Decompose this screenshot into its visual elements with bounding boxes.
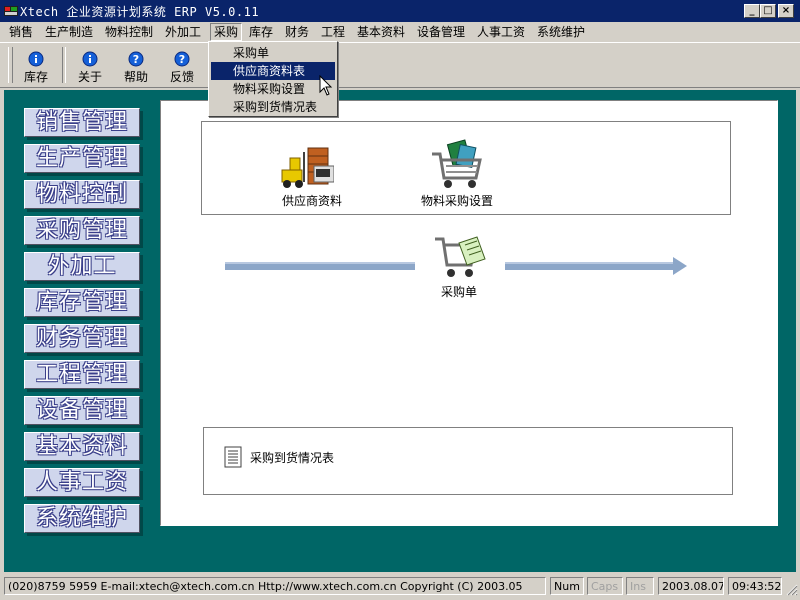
settings-group-box: 供应商资料 物料采购设置 [201,121,731,215]
main-workspace: 销售管理 生产管理 物料控制 采购管理 外加工 库存管理 财务管理 工程管理 设… [4,90,796,572]
forklift-warehouse-icon [281,147,334,188]
nav-outsourcing[interactable]: 外加工 [24,252,140,281]
info-icon [82,51,98,67]
menu-item-purchase-order[interactable]: 采购单 [211,44,335,62]
arrival-report-label: 采购到货情况表 [250,451,335,465]
menu-item-material-purchase-settings[interactable]: 物料采购设置 [211,80,335,98]
status-time: 09:43:52 [728,577,782,595]
nav-inventory-management[interactable]: 库存管理 [24,288,140,317]
nav-sales-management[interactable]: 销售管理 [24,108,140,137]
toolbar-feedback-button[interactable]: ? 反馈 [162,47,202,85]
status-caps-lock: Caps [587,577,623,595]
minimize-button[interactable]: _ [744,4,760,18]
purchase-order-shortcut[interactable]: 采购单 [419,229,499,305]
arrival-report-shortcut[interactable]: 采购到货情况表 [224,446,364,470]
maximize-button[interactable]: □ [760,4,776,18]
toolbar-inventory-button[interactable]: 库存 [16,47,56,85]
menu-production[interactable]: 生产制造 [42,24,96,40]
report-document-icon [224,446,242,468]
svg-text:?: ? [133,53,139,66]
menu-item-supplier-data[interactable]: 供应商资料表 [211,62,335,80]
nav-engineering-management[interactable]: 工程管理 [24,360,140,389]
menu-finance[interactable]: 财务 [282,24,312,40]
status-contact-info: (020)8759 5959 E-mail:xtech@xtech.com.cn… [4,577,546,595]
status-num-lock: Num [550,577,584,595]
menu-purchasing[interactable]: 采购 [210,23,243,41]
nav-purchasing-management[interactable]: 采购管理 [24,216,140,245]
flow-arrow-left [225,262,415,270]
menu-bar: 销售 生产制造 物料控制 外加工 采购 库存 财务 工程 基本资料 设备管理 人… [0,22,800,42]
report-group-box: 采购到货情况表 [203,427,733,495]
status-date: 2003.08.07 [658,577,724,595]
supplier-data-shortcut[interactable]: 供应商资料 [272,142,352,212]
help-icon: ? [128,51,144,67]
flow-arrow-right [505,257,687,275]
title-bar: Xtech 企业资源计划系统 ERP V5.0.11 _ □ × [0,0,800,22]
nav-hr-payroll[interactable]: 人事工资 [24,468,140,497]
nav-equipment-management[interactable]: 设备管理 [24,396,140,425]
menu-sales[interactable]: 销售 [6,24,36,40]
menu-item-arrival-report[interactable]: 采购到货情况表 [211,98,335,116]
nav-production-management[interactable]: 生产管理 [24,144,140,173]
purchase-order-label: 采购单 [440,285,477,299]
toolbar-feedback-label: 反馈 [169,70,194,84]
menu-material-control[interactable]: 物料控制 [102,24,156,40]
window-title: Xtech 企业资源计划系统 ERP V5.0.11 [20,5,260,19]
nav-finance-management[interactable]: 财务管理 [24,324,140,353]
toolbar: 库存 关于 ? 帮助 ? 反馈 [0,42,800,88]
close-button[interactable]: × [778,4,794,18]
supplier-data-label: 供应商资料 [281,194,342,208]
app-logo-icon [4,6,18,16]
status-bar: (020)8759 5959 E-mail:xtech@xtech.com.cn… [0,574,800,600]
info-icon [28,51,44,67]
menu-system-maintenance[interactable]: 系统维护 [534,24,588,40]
menu-hr-payroll[interactable]: 人事工资 [474,24,528,40]
shopping-cart-icon [432,139,482,188]
cart-document-icon [435,236,486,277]
nav-material-control[interactable]: 物料控制 [24,180,140,209]
menu-outsourcing[interactable]: 外加工 [162,24,204,40]
nav-basic-data[interactable]: 基本资料 [24,432,140,461]
toolbar-grip[interactable] [8,47,13,83]
menu-inventory[interactable]: 库存 [246,24,276,40]
menu-engineering[interactable]: 工程 [318,24,348,40]
toolbar-about-label: 关于 [77,70,102,84]
nav-system-maintenance[interactable]: 系统维护 [24,504,140,533]
menu-basic-data[interactable]: 基本资料 [354,24,408,40]
mouse-cursor-icon [319,75,333,96]
status-insert: Ins [626,577,654,595]
toolbar-help-button[interactable]: ? 帮助 [116,47,156,85]
help-icon: ? [174,51,190,67]
svg-text:?: ? [179,53,185,66]
toolbar-help-label: 帮助 [123,70,148,84]
toolbar-inventory-label: 库存 [23,70,48,84]
toolbar-about-button[interactable]: 关于 [70,47,110,85]
material-purchase-settings-shortcut[interactable]: 物料采购设置 [412,138,502,210]
resize-grip-icon[interactable] [786,584,798,596]
material-purchase-settings-label: 物料采购设置 [420,194,493,208]
content-panel: 供应商资料 物料采购设置 采购单 采购到货情况表 [160,100,778,526]
menu-equipment[interactable]: 设备管理 [414,24,468,40]
toolbar-separator [62,47,66,83]
